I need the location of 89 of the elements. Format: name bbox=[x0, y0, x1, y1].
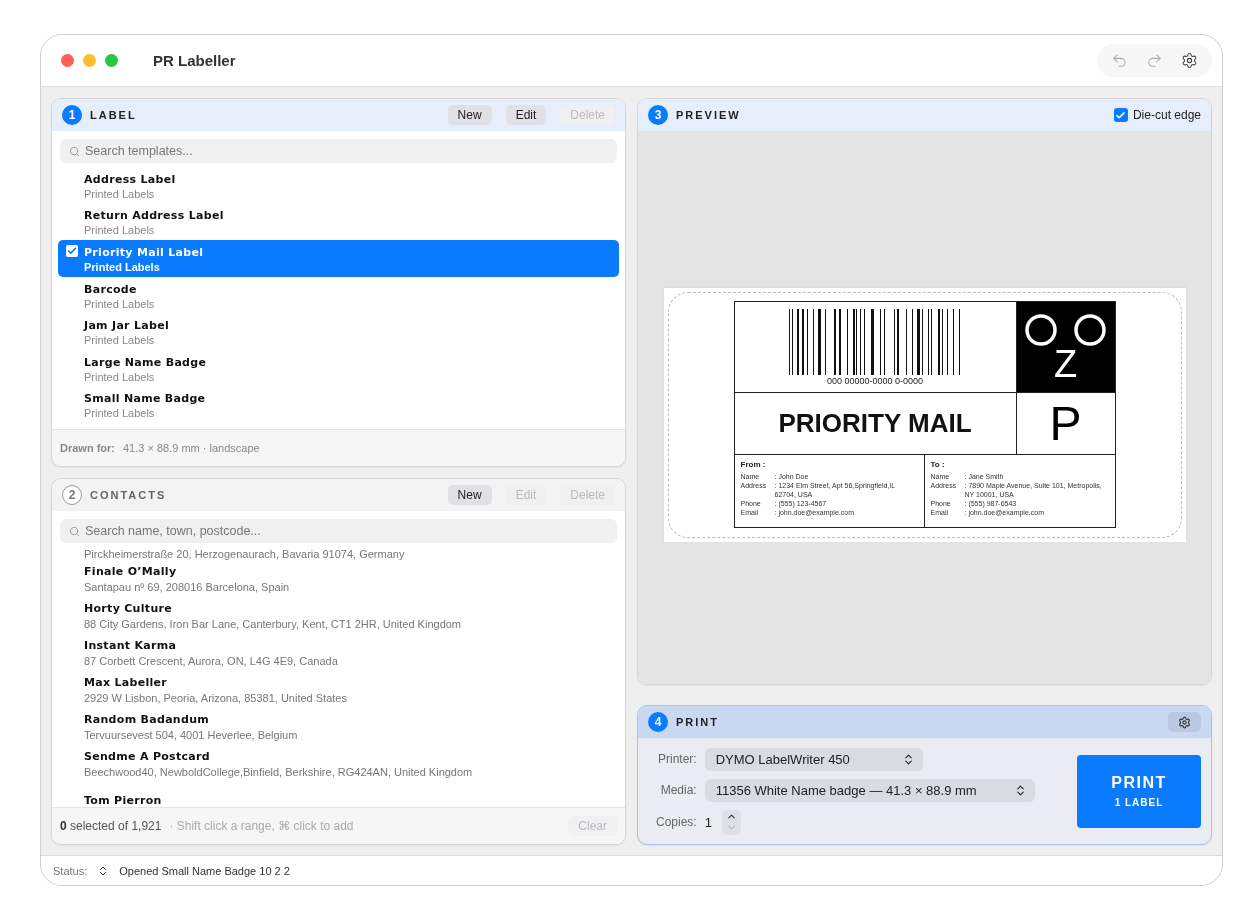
contact-name: Instant Karma bbox=[84, 638, 178, 652]
address-heading: From : bbox=[740, 460, 767, 469]
search-field[interactable]: Search templates... bbox=[60, 139, 617, 163]
check-icon bbox=[67, 246, 77, 257]
template-item[interactable]: Jam Jar Label Printed Labels bbox=[58, 313, 619, 350]
field-label: Media: bbox=[659, 783, 697, 797]
contact-item[interactable]: Tom Pierron bbox=[58, 782, 619, 807]
barcode-number: 000 00000-0000 0-0000 bbox=[826, 375, 924, 386]
search-icon bbox=[69, 146, 80, 157]
settings-button[interactable] bbox=[1168, 712, 1201, 732]
template-category: Printed Labels bbox=[84, 370, 156, 383]
template-item[interactable]: Return Address Label Printed Labels bbox=[58, 203, 619, 241]
template-category: Printed Labels bbox=[84, 407, 156, 420]
template-item[interactable]: Small Name Badge Printed Labels bbox=[58, 386, 619, 424]
contact-name: Tom Pierron bbox=[84, 794, 163, 807]
selection-count: 0 selected of 1,921 bbox=[60, 819, 162, 833]
rings-icon bbox=[1023, 313, 1108, 347]
close-button[interactable] bbox=[61, 54, 74, 67]
class-letter: P bbox=[1049, 398, 1082, 449]
status-label: Status: bbox=[53, 864, 88, 877]
panel-title: PRINT bbox=[676, 716, 720, 728]
contact-item[interactable]: Random Badandum Tervuursevest 504, 4001 Heverlee, Belgium bbox=[58, 708, 619, 745]
template-category: Printed Labels bbox=[84, 187, 156, 200]
contact-item[interactable]: Horty Culture 88 City Gardens, Iron Bar Lane, Canterbury, Kent, CT1 2HR, United Kingdom bbox=[58, 597, 619, 634]
template-name: Address Label bbox=[84, 172, 177, 186]
template-category: Printed Labels bbox=[84, 334, 156, 347]
template-name: Large Name Badge bbox=[84, 355, 208, 369]
template-item[interactable]: Barcode Printed Labels bbox=[58, 276, 619, 314]
contact-item[interactable]: Sendme A Postcard Beechwood40, NewboldCollege,Binfield, Berkshire, RG424AN, United Kingdom bbox=[58, 745, 619, 782]
template-category: Printed Labels bbox=[84, 224, 156, 237]
template-name: Barcode bbox=[84, 282, 138, 296]
template-name: Return Address Label bbox=[84, 209, 225, 223]
template-item[interactable]: Large Name Badge Printed Labels bbox=[58, 349, 619, 387]
template-name: Small Name Badge bbox=[84, 392, 207, 406]
contact-name: Finale O’Mally bbox=[84, 564, 178, 578]
contact-address: Tervuursevest 504, 4001 Heverlee, Belgium bbox=[84, 728, 299, 741]
header-button[interactable]: Edit bbox=[505, 105, 547, 125]
contact-item[interactable]: Finale O’Mally Santapau nº 69, 208016 Barcelona, Spain bbox=[58, 560, 619, 597]
contact-address: 2929 W Lisbon, Peoria, Arizona, 85381, United States bbox=[84, 691, 348, 704]
gear-icon bbox=[1178, 715, 1191, 729]
search-field[interactable]: Search name, town, postcode... bbox=[60, 519, 617, 543]
field-label: Copies: bbox=[656, 815, 697, 829]
window-title: PR Labeller bbox=[153, 52, 237, 69]
die-cut-checkbox[interactable]: Die-cut edge bbox=[1113, 108, 1201, 122]
media-select[interactable]: 11356 White Name badge — 41.3 × 88.9 mm bbox=[704, 778, 1035, 802]
panel-title: LABEL bbox=[90, 109, 138, 121]
panel-title: PREVIEW bbox=[676, 109, 742, 121]
step-badge: 1 bbox=[62, 105, 82, 125]
step-badge: 4 bbox=[648, 712, 668, 732]
copies-stepper[interactable] bbox=[721, 809, 741, 835]
footer-label: Drawn for: bbox=[60, 442, 115, 454]
template-name: Jam Jar Label bbox=[84, 319, 170, 333]
address-heading: To : bbox=[930, 460, 946, 469]
header-button[interactable]: New bbox=[447, 105, 492, 125]
check-icon bbox=[1115, 109, 1127, 121]
contact-address: Beechwood40, NewboldCollege,Binfield, Berkshire, RG424AN, United Kingdom bbox=[84, 765, 474, 778]
template-category: Printed Labels bbox=[84, 261, 161, 273]
minimize-button[interactable] bbox=[83, 54, 96, 67]
print-button[interactable]: PRINT 1 LABEL bbox=[1077, 754, 1201, 828]
step-badge: 3 bbox=[648, 105, 668, 125]
contact-name: Random Badandum bbox=[84, 712, 211, 726]
search-icon bbox=[69, 526, 80, 537]
template-category: Printed Labels bbox=[84, 297, 156, 310]
step-badge: 2 bbox=[62, 485, 82, 505]
contact-name: Max Labeller bbox=[84, 675, 169, 689]
contact-name: Horty Culture bbox=[84, 601, 173, 615]
contact-address: Pirckheimerstraße 20, Herzogenaurach, Bavaria 91074, Germany bbox=[84, 548, 406, 560]
footer-value: 41.3 × 88.9 mm · landscape bbox=[123, 442, 260, 454]
copies-value: 1 bbox=[704, 814, 712, 830]
contact-address: 87 Corbett Crescent, Aurora, ON, L4G 4E9, Canada bbox=[84, 654, 339, 667]
settings-button[interactable] bbox=[1181, 52, 1198, 69]
template-item[interactable]: Priority Mail Label Printed Labels bbox=[58, 240, 619, 277]
checkbox[interactable] bbox=[66, 245, 78, 258]
contact-address: Santapau nº 69, 208016 Barcelona, Spain bbox=[84, 580, 291, 593]
template-name: Priority Mail Label bbox=[84, 246, 205, 259]
panel-title: CONTACTS bbox=[90, 489, 168, 501]
zoom-button[interactable] bbox=[105, 54, 118, 67]
status-text: Opened Small Name Badge 10 2 2 bbox=[119, 864, 290, 877]
service-title: PRIORITY MAIL bbox=[778, 408, 972, 439]
selection-hint: · Shift click a range, ⌘ click to add bbox=[169, 819, 355, 833]
header-button[interactable]: New bbox=[447, 485, 492, 505]
zone-letter: Z bbox=[1053, 347, 1078, 381]
template-item[interactable]: Address Label Printed Labels bbox=[58, 167, 619, 204]
contact-item[interactable]: Instant Karma 87 Corbett Crescent, Aurora, ON, L4G 4E9, Canada bbox=[58, 634, 619, 671]
field-label: Printer: bbox=[657, 752, 697, 766]
contact-address: 88 City Gardens, Iron Bar Lane, Canterbury, Kent, CT1 2HR, United Kingdom bbox=[84, 617, 463, 630]
contact-item[interactable]: Max Labeller 2929 W Lisbon, Peoria, Arizona, 85381, United States bbox=[58, 671, 619, 708]
contact-name: Sendme A Postcard bbox=[84, 749, 211, 763]
printer-select[interactable]: DYMO LabelWriter 450 bbox=[704, 747, 923, 771]
